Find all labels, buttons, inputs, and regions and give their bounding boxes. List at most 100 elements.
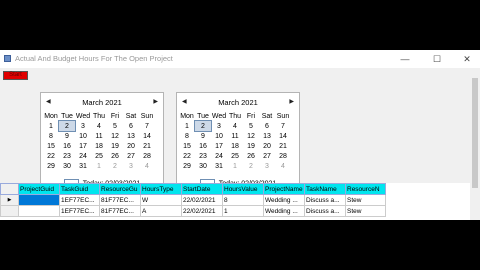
calendar-day-next-month[interactable]: 1 [91, 161, 107, 171]
table-row[interactable]: 1EF77EC... 81F77EC... A 22/02/2021 1 Wed… [0, 205, 386, 217]
calendar-day[interactable]: 8 [179, 131, 195, 141]
calendar-day[interactable]: 20 [259, 141, 275, 151]
calendar-day[interactable]: 5 [243, 121, 259, 131]
calendar-day-next-month[interactable]: 3 [123, 161, 139, 171]
row-header[interactable] [0, 205, 19, 217]
calendar-day[interactable]: 21 [139, 141, 155, 151]
calendar-day[interactable]: 7 [139, 121, 155, 131]
column-header[interactable]: TaskGuid [59, 183, 100, 195]
calendar-day[interactable]: 16 [195, 141, 211, 151]
calendar-day[interactable]: 23 [195, 151, 211, 161]
calendar-day[interactable]: 17 [75, 141, 91, 151]
calendar-day[interactable]: 22 [43, 151, 59, 161]
calendar-day[interactable]: 5 [107, 121, 123, 131]
calendar-day[interactable]: 1 [179, 121, 195, 131]
calendar-day[interactable]: 26 [107, 151, 123, 161]
calendar-day[interactable]: 29 [179, 161, 195, 171]
grid-cell[interactable]: Wedding ... [263, 194, 305, 206]
calendar-day[interactable]: 15 [43, 141, 59, 151]
calendar-day[interactable]: 12 [107, 131, 123, 141]
month-calendar-start[interactable]: ◀ ▶ March 2021 Mon Tue Wed Thu Fri Sat S… [40, 92, 164, 195]
calendar-day[interactable]: 8 [43, 131, 59, 141]
calendar-day-next-month[interactable]: 1 [227, 161, 243, 171]
calendar-day[interactable]: 3 [211, 121, 227, 131]
calendar-month-label[interactable]: March 2021 [177, 98, 299, 107]
grid-corner-header[interactable] [0, 183, 19, 195]
column-header[interactable]: HoursValue [222, 183, 264, 195]
grid-cell[interactable]: Discuss a... [304, 205, 346, 217]
calendar-day[interactable]: 4 [91, 121, 107, 131]
grid-cell[interactable]: W [140, 194, 182, 206]
calendar-day[interactable]: 18 [91, 141, 107, 151]
minimize-button[interactable]: — [390, 50, 420, 68]
maximize-button[interactable]: ☐ [422, 50, 452, 68]
grid-cell[interactable]: 1EF77EC... [59, 205, 100, 217]
calendar-day[interactable]: 19 [243, 141, 259, 151]
calendar-day[interactable]: 19 [107, 141, 123, 151]
calendar-day-selected[interactable]: 2 [194, 120, 212, 132]
column-header[interactable]: ProjectName [263, 183, 305, 195]
start-button[interactable]: Start [3, 71, 28, 80]
calendar-day-next-month[interactable]: 2 [107, 161, 123, 171]
grid-cell[interactable]: 81F77EC... [99, 194, 141, 206]
grid-cell[interactable]: 81F77EC... [99, 205, 141, 217]
grid-cell[interactable]: 22/02/2021 [181, 205, 223, 217]
column-header[interactable]: HoursType [140, 183, 182, 195]
column-header[interactable]: ProjectGuid [18, 183, 60, 195]
calendar-day[interactable]: 7 [275, 121, 291, 131]
calendar-day[interactable]: 18 [227, 141, 243, 151]
calendar-day[interactable]: 31 [75, 161, 91, 171]
grid-cell[interactable]: Wedding ... [263, 205, 305, 217]
calendar-day-selected[interactable]: 2 [58, 120, 76, 132]
calendar-day[interactable]: 21 [275, 141, 291, 151]
grid-cell[interactable] [18, 205, 60, 217]
scrollbar-thumb[interactable] [472, 78, 478, 188]
calendar-day[interactable]: 4 [227, 121, 243, 131]
column-header[interactable]: ResourceGu [99, 183, 141, 195]
calendar-day[interactable]: 9 [59, 131, 75, 141]
grid-cell-selected[interactable] [18, 194, 60, 206]
calendar-day[interactable]: 24 [211, 151, 227, 161]
vertical-scrollbar[interactable] [470, 68, 480, 220]
calendar-day[interactable]: 12 [243, 131, 259, 141]
calendar-day[interactable]: 6 [123, 121, 139, 131]
calendar-day[interactable]: 27 [123, 151, 139, 161]
calendar-day[interactable]: 13 [123, 131, 139, 141]
close-button[interactable]: ✕ [452, 50, 480, 68]
calendar-day[interactable]: 22 [179, 151, 195, 161]
calendar-day-next-month[interactable]: 3 [259, 161, 275, 171]
calendar-day[interactable]: 14 [139, 131, 155, 141]
calendar-day[interactable]: 28 [275, 151, 291, 161]
column-header[interactable]: ResourceN [345, 183, 386, 195]
grid-cell[interactable]: A [140, 205, 182, 217]
grid-cell[interactable]: 1 [222, 205, 264, 217]
calendar-day[interactable]: 15 [179, 141, 195, 151]
grid-cell[interactable]: 22/02/2021 [181, 194, 223, 206]
calendar-day[interactable]: 3 [75, 121, 91, 131]
data-grid[interactable]: ProjectGuid TaskGuid ResourceGu HoursTyp… [0, 183, 470, 220]
calendar-month-label[interactable]: March 2021 [41, 98, 163, 107]
calendar-day[interactable]: 14 [275, 131, 291, 141]
calendar-day-next-month[interactable]: 4 [275, 161, 291, 171]
calendar-day[interactable]: 10 [75, 131, 91, 141]
calendar-day-next-month[interactable]: 2 [243, 161, 259, 171]
calendar-day[interactable]: 1 [43, 121, 59, 131]
calendar-day[interactable]: 25 [227, 151, 243, 161]
grid-cell[interactable]: 1EF77EC... [59, 194, 100, 206]
column-header[interactable]: TaskName [304, 183, 346, 195]
table-row[interactable]: ▶ 1EF77EC... 81F77EC... W 22/02/2021 8 W… [0, 194, 386, 206]
calendar-day[interactable]: 16 [59, 141, 75, 151]
calendar-day[interactable]: 11 [227, 131, 243, 141]
calendar-day[interactable]: 27 [259, 151, 275, 161]
calendar-day[interactable]: 23 [59, 151, 75, 161]
calendar-day[interactable]: 20 [123, 141, 139, 151]
calendar-day[interactable]: 25 [91, 151, 107, 161]
calendar-day[interactable]: 9 [195, 131, 211, 141]
calendar-day[interactable]: 30 [59, 161, 75, 171]
calendar-day[interactable]: 13 [259, 131, 275, 141]
calendar-day[interactable]: 30 [195, 161, 211, 171]
calendar-day[interactable]: 10 [211, 131, 227, 141]
column-header[interactable]: StartDate [181, 183, 223, 195]
calendar-day[interactable]: 11 [91, 131, 107, 141]
calendar-day[interactable]: 6 [259, 121, 275, 131]
